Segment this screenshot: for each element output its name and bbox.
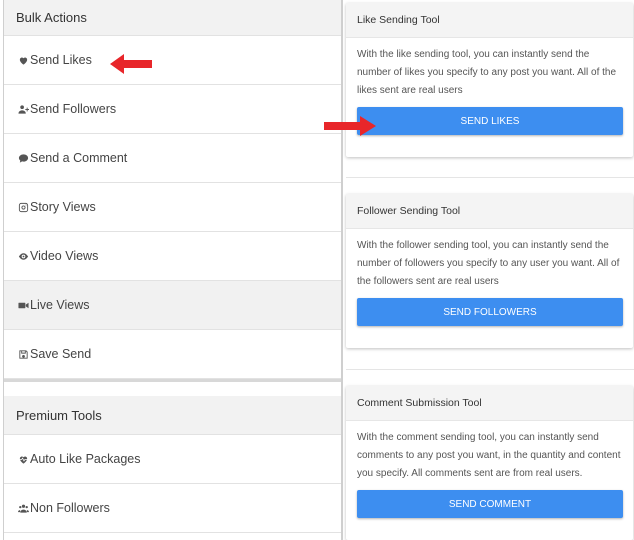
- sidebar-item-label: Send Followers: [30, 102, 117, 116]
- user-plus-icon: [17, 103, 29, 115]
- card-title: Comment Submission Tool: [346, 386, 633, 421]
- card-description: With the follower sending tool, you can …: [357, 240, 620, 287]
- heartbeat-icon: [17, 453, 29, 465]
- sidebar-item-story-views[interactable]: Story Views: [4, 183, 341, 232]
- sidebar-item-label: Auto Like Packages: [30, 452, 141, 466]
- sidebar-item-non-followers[interactable]: Non Followers: [4, 484, 341, 533]
- send-comment-button[interactable]: SEND COMMENT: [357, 490, 623, 518]
- premium-tools-header: Premium Tools: [4, 396, 341, 435]
- sidebar-item-live-views[interactable]: Live Views: [4, 281, 341, 330]
- sidebar-item-video-views[interactable]: Video Views: [4, 232, 341, 281]
- sidebar: Bulk Actions Send Likes Send Followers S…: [3, 0, 343, 540]
- sidebar-item-send-likes[interactable]: Send Likes: [4, 36, 341, 85]
- sidebar-item-label: Live Views: [30, 298, 90, 312]
- red-arrow-right-icon: [324, 116, 376, 136]
- like-sending-tool-card: Like Sending Tool With the like sending …: [346, 3, 633, 157]
- send-followers-button[interactable]: SEND FOLLOWERS: [357, 298, 623, 326]
- tools-panel: Like Sending Tool With the like sending …: [346, 0, 634, 540]
- sidebar-item-send-followers[interactable]: Send Followers: [4, 85, 341, 134]
- premium-tools-title: Premium Tools: [16, 407, 102, 423]
- sidebar-item-label: Send Likes: [30, 53, 92, 67]
- card-description: With the comment sending tool, you can i…: [357, 432, 621, 479]
- card-title: Follower Sending Tool: [346, 194, 633, 229]
- video-camera-icon: [17, 299, 29, 311]
- heart-icon: [17, 54, 29, 66]
- sidebar-item-label: Video Views: [30, 249, 99, 263]
- red-arrow-left-icon: [110, 54, 152, 74]
- comment-icon: [17, 152, 29, 164]
- sidebar-item-label: Send a Comment: [30, 151, 128, 165]
- instagram-icon: [17, 201, 29, 213]
- divider: [346, 177, 634, 178]
- divider: [346, 369, 634, 370]
- section-divider: [4, 379, 341, 396]
- sidebar-item-label: Non Followers: [30, 501, 110, 515]
- bulk-actions-header: Bulk Actions: [4, 0, 341, 36]
- sidebar-item-save-send[interactable]: Save Send: [4, 330, 341, 379]
- sidebar-item-send-comment[interactable]: Send a Comment: [4, 134, 341, 183]
- sidebar-item-label: Story Views: [30, 200, 96, 214]
- card-title: Like Sending Tool: [346, 3, 633, 38]
- users-icon: [17, 502, 29, 514]
- follower-sending-tool-card: Follower Sending Tool With the follower …: [346, 194, 633, 348]
- bulk-actions-title: Bulk Actions: [16, 10, 87, 25]
- send-likes-button[interactable]: SEND LIKES: [357, 107, 623, 135]
- comment-submission-tool-card: Comment Submission Tool With the comment…: [346, 386, 633, 540]
- sidebar-item-auto-like-packages[interactable]: Auto Like Packages: [4, 435, 341, 484]
- card-description: With the like sending tool, you can inst…: [357, 49, 617, 96]
- save-icon: [17, 348, 29, 360]
- sidebar-item-label: Save Send: [30, 347, 92, 361]
- eye-icon: [17, 250, 29, 262]
